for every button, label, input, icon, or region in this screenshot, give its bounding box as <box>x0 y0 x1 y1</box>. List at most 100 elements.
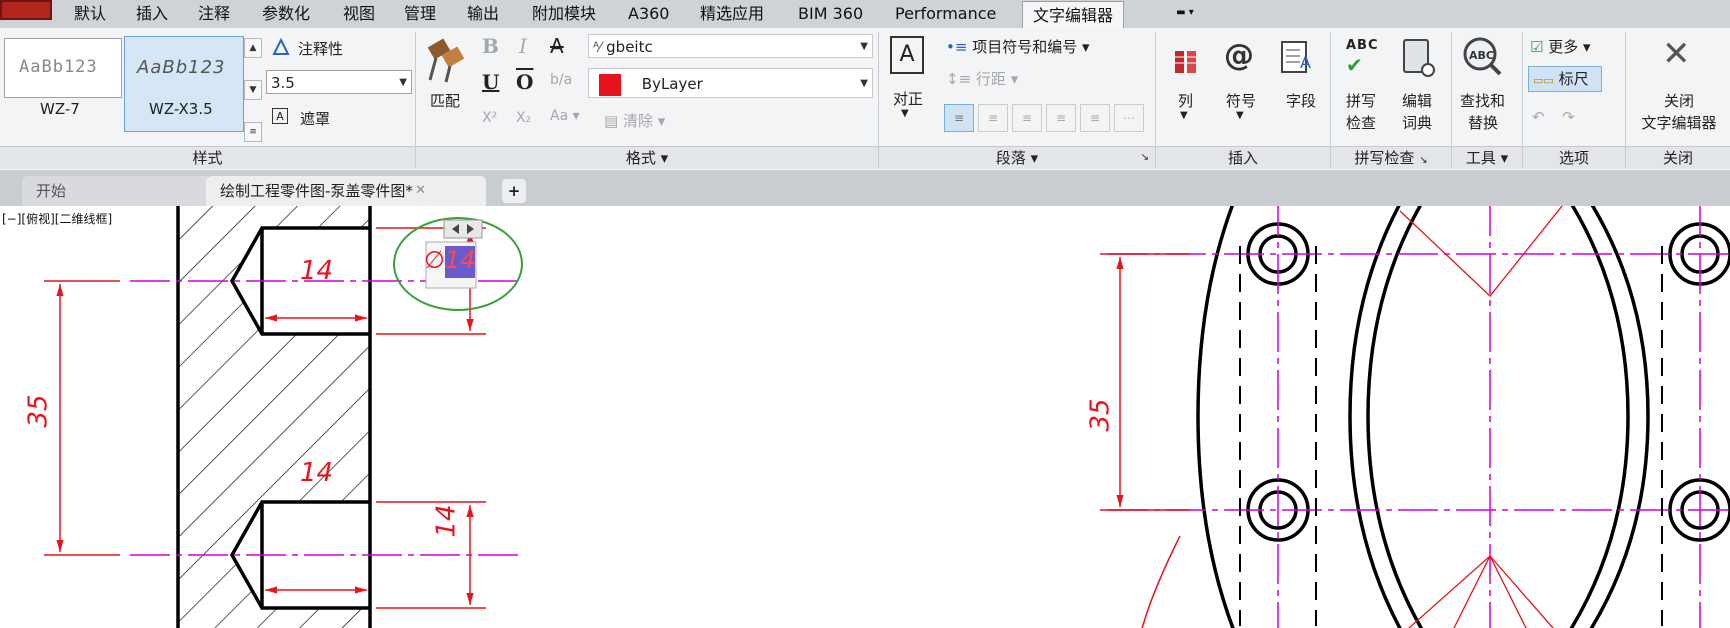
close-label-2: 文字编辑器 <box>1641 114 1717 132</box>
tab-a360[interactable]: A360 <box>628 0 669 28</box>
panel-title-tools: 工具 ▾ <box>1452 146 1522 169</box>
background-mask-button[interactable]: 遮罩 <box>300 108 330 129</box>
paragraph-more-icon[interactable]: ⋯ <box>1114 104 1144 132</box>
color-select[interactable]: ByLayer ▼ <box>588 68 873 98</box>
dimension-text-14[interactable]: 14 <box>300 256 333 286</box>
drawing-canvas[interactable]: [−][俯视][二维线框] 14 14 35 14 35 ∅14 <box>0 206 1730 628</box>
field-button[interactable]: 字段 <box>1286 90 1316 111</box>
undo-icon[interactable]: ↶ <box>1532 108 1545 126</box>
spell-check-label-1: 拼写 <box>1346 92 1377 110</box>
tab-annotate[interactable]: 注释 <box>198 0 230 28</box>
line-spacing-button[interactable]: ↕≡ 行距 ▾ <box>946 68 1018 89</box>
strikethrough-button[interactable]: A <box>550 34 564 58</box>
edit-dictionary-label-1: 编辑 <box>1402 92 1433 110</box>
more-label: 更多 <box>1548 38 1579 56</box>
dialog-launcher-icon[interactable]: ↘ <box>1141 147 1149 169</box>
ruler-icon: ▭▭ <box>1533 74 1554 87</box>
chevron-down-icon: ▼ <box>860 41 868 52</box>
underline-button[interactable]: U <box>482 70 499 94</box>
dimension-text-35-right[interactable]: 35 <box>1086 398 1116 431</box>
tab-drawing[interactable]: 绘制工程零件图-泵盖零件图* ✕ <box>206 176 486 206</box>
subscript-icon[interactable]: X₂ <box>516 110 531 126</box>
eraser-icon: ▤ <box>604 112 619 130</box>
bullets-numbering-button[interactable]: •≡ 项目符号和编号 ▾ <box>946 36 1090 57</box>
selected-text[interactable]: 14 <box>445 246 476 274</box>
tab-performance[interactable]: Performance <box>895 0 996 28</box>
spell-check-label-2: 检查 <box>1346 114 1377 132</box>
find-replace-button[interactable]: 查找和 替换 <box>1460 90 1505 134</box>
gallery-up-button[interactable]: ▲ <box>244 38 262 58</box>
tab-featured-apps[interactable]: 精选应用 <box>700 0 764 28</box>
paragraph-title-text: 段落 <box>995 149 1026 167</box>
stack-icon[interactable]: b/a <box>550 72 572 88</box>
bullets-label: 项目符号和编号 <box>972 38 1078 56</box>
ribbon-tab-bar: 默认 插入 注释 参数化 视图 管理 输出 附加模块 A360 精选应用 BIM… <box>0 0 1730 29</box>
align-center-icon[interactable]: ≡ <box>978 104 1008 132</box>
symbol-button[interactable]: 符号 <box>1226 90 1256 111</box>
dimension-text-14-vertical[interactable]: 14 <box>432 504 462 537</box>
app-logo[interactable] <box>0 0 52 20</box>
match-paintbrush-icon <box>427 38 465 83</box>
align-left-icon[interactable]: ≡ <box>944 104 974 132</box>
clear-format-button[interactable]: ▤ 清除 ▾ <box>604 110 665 131</box>
tab-insert[interactable]: 插入 <box>136 0 168 28</box>
text-height-value: 3.5 <box>271 74 295 92</box>
more-options-button[interactable]: ☑ 更多 ▾ <box>1530 36 1591 57</box>
dialog-launcher-icon[interactable]: ↘ <box>1419 155 1427 166</box>
match-format-button[interactable]: 匹配 <box>430 90 460 111</box>
close-icon[interactable]: ✕ <box>415 176 426 206</box>
justify-text-icon[interactable]: ≡ <box>1046 104 1076 132</box>
find-replace-icon: ABC <box>1463 37 1502 76</box>
redo-icon[interactable]: ↷ <box>1562 108 1575 126</box>
columns-button[interactable]: 列 <box>1178 90 1193 111</box>
close-text-editor-button[interactable]: 关闭 文字编辑器 <box>1634 90 1724 134</box>
tab-view[interactable]: 视图 <box>343 0 375 28</box>
ribbon-minimize-icon[interactable]: ▬ ▾ <box>1166 5 1204 21</box>
chevron-down-icon: ▼ <box>399 77 407 88</box>
bold-button[interactable]: B <box>482 34 499 58</box>
dimension-text-14-lower[interactable]: 14 <box>300 458 333 488</box>
tab-text-editor[interactable]: 文字编辑器 <box>1022 1 1125 29</box>
edit-dictionary-button[interactable]: 编辑 词典 <box>1402 90 1432 134</box>
font-select[interactable]: ᴬ⁄ gbeitc ▼ <box>588 34 873 58</box>
tab-addins[interactable]: 附加模块 <box>532 0 596 28</box>
style-name-wzx35: WZ-X3.5 <box>149 100 213 118</box>
find-replace-label-1: 查找和 <box>1460 92 1506 110</box>
justify-button[interactable]: 对正 <box>893 88 923 109</box>
tab-default[interactable]: 默认 <box>74 0 106 28</box>
edit-dictionary-label-2: 词典 <box>1402 114 1433 132</box>
overline-button[interactable]: O <box>516 70 533 94</box>
change-case-icon[interactable]: Aa ▾ <box>550 108 580 124</box>
clear-label: 清除 <box>622 112 653 130</box>
new-tab-button[interactable]: + <box>502 179 526 203</box>
ruler-toggle[interactable]: ▭▭ 标尺 <box>1528 66 1602 92</box>
gallery-expand-button[interactable]: ≡ <box>244 122 262 142</box>
dictionary-icon <box>1403 39 1435 77</box>
style-preview-wzx35[interactable]: AaBb123 WZ-X3.5 <box>124 36 244 132</box>
style-preview-wz7[interactable]: AaBb123 <box>4 38 122 98</box>
tab-start[interactable]: 开始 <box>22 176 212 206</box>
dimension-text-35[interactable]: 35 <box>24 394 54 427</box>
field-icon: A <box>1281 41 1311 73</box>
annotative-toggle[interactable]: 注释性 <box>298 38 343 59</box>
close-editor-icon: ✕ <box>1662 34 1691 74</box>
tab-parametric[interactable]: 参数化 <box>262 0 310 28</box>
tab-manage[interactable]: 管理 <box>404 0 436 28</box>
mtext-editor[interactable]: ∅14 <box>424 246 475 274</box>
tab-bim360[interactable]: BIM 360 <box>798 0 863 28</box>
font-icon: ᴬ⁄ <box>593 40 602 56</box>
spell-check-icon: ABC ✔ <box>1346 38 1379 77</box>
align-right-icon[interactable]: ≡ <box>1012 104 1042 132</box>
superscript-icon[interactable]: X² <box>482 110 497 126</box>
italic-button[interactable]: I <box>519 34 527 58</box>
line-spacing-icon: ↕≡ <box>946 70 972 88</box>
close-label-1: 关闭 <box>1663 92 1694 110</box>
distribute-icon[interactable]: ≡ <box>1080 104 1110 132</box>
chevron-down-icon: ▼ <box>860 78 868 89</box>
spell-check-button[interactable]: 拼写 检查 <box>1346 90 1376 134</box>
panel-title-format: 格式 ▾ <box>416 146 878 169</box>
ruler-label: 标尺 <box>1558 70 1589 88</box>
text-height-select[interactable]: 3.5 ▼ <box>266 70 412 94</box>
tab-output[interactable]: 输出 <box>467 0 499 28</box>
gallery-down-button[interactable]: ▼ <box>244 80 262 100</box>
